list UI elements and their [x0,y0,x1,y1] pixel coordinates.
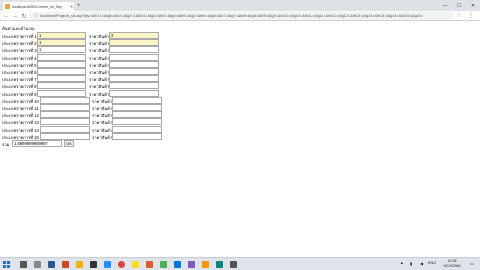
tab-title: localhost:8000/Current_ne_t/by [12,4,62,9]
menu-dots-icon[interactable]: ⋮ [468,12,474,19]
notes-icon[interactable] [132,261,139,268]
item-price-input[interactable] [112,125,162,133]
item-name-input[interactable] [40,111,90,119]
word-icon[interactable] [48,261,55,268]
item-price-input[interactable] [109,68,159,75]
close-window-icon[interactable]: ✕ [466,0,480,11]
volume-icon[interactable]: ◀ [420,261,423,266]
item-name-input[interactable] [37,75,86,83]
task-view-icon[interactable] [34,261,41,268]
reload-icon[interactable]: ↻ [20,12,28,20]
file-explorer-icon[interactable] [76,261,83,268]
clock-date: 10/10/2561 [443,264,461,268]
browser-toolbar: ← → ↻ ⓘ localhost/Projectt_sd.asp?qty=&t… [0,11,480,21]
browser-tab-bar: localhost:8000/Current_ne_t/by ✕ + — ☐ ✕ [0,0,480,11]
windows-start-icon[interactable] [3,261,10,268]
item-price-input[interactable] [112,96,162,104]
item-name-input[interactable] [37,32,86,39]
item-name-input[interactable] [37,39,86,47]
maximize-icon[interactable]: ☐ [452,0,466,11]
new-tab-button[interactable]: + [77,2,81,10]
browser-tab[interactable]: localhost:8000/Current_ne_t/by ✕ [3,2,74,11]
item-price-input[interactable] [109,53,159,61]
page-favicon-icon [5,4,10,9]
item-price-input[interactable] [109,89,159,97]
item-price-input[interactable] [112,104,162,111]
search-icon[interactable] [20,261,27,268]
item-price-input[interactable] [109,46,159,54]
item-price-input[interactable] [109,32,159,39]
taskbar: ▲ ▮ ◀ ENG 10:38 10/10/2561 ▭ [0,257,480,270]
item-price-input[interactable] [112,132,162,140]
language-indicator[interactable]: ENG [428,261,436,265]
app-amber-icon[interactable] [202,261,209,268]
page-heading: ค้นหาและคำนวณ [2,26,35,31]
vscode-icon[interactable] [174,261,181,268]
item-name-input[interactable] [40,125,90,133]
item-name-input[interactable] [40,96,90,104]
item-name-input[interactable] [37,46,86,54]
powerpoint-icon[interactable] [62,261,69,268]
item-name-input[interactable] [40,118,90,126]
tray-up-icon[interactable]: ▲ [400,261,404,265]
app-icon[interactable] [104,261,111,268]
url-text[interactable]: localhost/Projectt_sd.asp?qty=&tb1=1&tgt… [40,14,423,18]
tab-close-icon[interactable]: ✕ [69,4,74,9]
minimize-icon[interactable]: — [438,0,452,11]
total-field[interactable] [12,140,62,147]
item-price-input[interactable] [109,82,159,90]
chrome-icon[interactable] [118,261,125,268]
address-bar[interactable]: ⓘ localhost/Projectt_sd.asp?qty=&tb1=1&t… [30,12,454,20]
item-name-input[interactable] [40,132,90,140]
item-price-input[interactable] [109,75,159,83]
app-gray-icon[interactable] [230,261,237,268]
item-price-input[interactable] [112,111,162,119]
item-name-input[interactable] [40,104,90,111]
forward-arrow-icon[interactable]: → [11,12,19,20]
app-orange-icon[interactable] [146,261,153,268]
item-price-input[interactable] [109,39,159,47]
back-arrow-icon[interactable]: ← [2,12,10,20]
notification-icon[interactable]: ▭ [470,261,474,266]
network-icon[interactable]: ▮ [410,261,412,266]
total-row: รวม OK [2,140,202,148]
item-name-input[interactable] [37,60,86,68]
total-label: รวม [2,142,10,147]
item-name-input[interactable] [37,89,86,97]
page-content: ค้นหาและคำนวณ ประเภทรายการที่ 1ราคาสินค้… [0,22,480,257]
ok-button[interactable]: OK [64,140,74,147]
app-teal-icon[interactable] [216,261,223,268]
info-icon[interactable]: ⓘ [34,13,38,19]
app-purple-icon[interactable] [188,261,195,268]
bookmark-star-icon[interactable]: ☆ [456,12,461,19]
media-icon[interactable] [90,261,97,268]
item-price-input[interactable] [109,60,159,68]
item-name-input[interactable] [37,53,86,61]
item-price-input[interactable] [112,118,162,126]
item-name-input[interactable] [37,68,86,75]
item-name-input[interactable] [37,82,86,90]
app-green-icon[interactable] [160,261,167,268]
clock[interactable]: 10:38 10/10/2561 [440,259,464,269]
